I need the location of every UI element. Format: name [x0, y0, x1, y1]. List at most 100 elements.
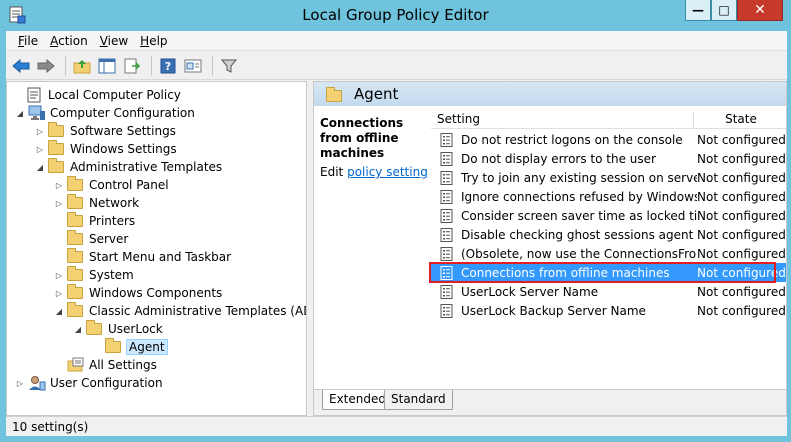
- expand-arrow-icon[interactable]: ▷: [54, 271, 64, 280]
- window-controls: — □ ✕: [685, 0, 783, 22]
- tree-item-label: Network: [89, 196, 140, 210]
- setting-row[interactable]: Try to join any existing session on serv…: [431, 168, 786, 187]
- console-tree[interactable]: Local Computer Policy ◢ Computer Configura…: [6, 81, 307, 416]
- policy-setting-icon: [440, 208, 454, 223]
- expand-arrow-icon[interactable]: ▷: [15, 379, 25, 388]
- folder-icon: [67, 284, 85, 301]
- forward-button[interactable]: [35, 55, 57, 77]
- console-tree-icon: [98, 58, 116, 73]
- folder-icon: [67, 302, 85, 319]
- tree-item[interactable]: Start Menu and Taskbar: [54, 248, 231, 266]
- tree-item[interactable]: Agent: [92, 338, 168, 356]
- extended-description: Connections from offline machines Edit p…: [320, 116, 430, 179]
- expand-arrow-icon[interactable]: ▷: [35, 127, 45, 136]
- show-hide-tree-button[interactable]: [96, 55, 118, 77]
- setting-name: Try to join any existing session on serv…: [461, 170, 697, 185]
- setting-row[interactable]: Ignore connections refused by Windows Not…: [431, 187, 786, 206]
- collapse-arrow-icon[interactable]: ◢: [15, 109, 25, 118]
- setting-row[interactable]: Consider screen saver time as locked tim…: [431, 206, 786, 225]
- setting-row[interactable]: Do not display errors to the user Not con…: [431, 149, 786, 168]
- tree-item-label: Administrative Templates: [70, 160, 223, 174]
- setting-row[interactable]: Do not restrict logons on the console Not…: [431, 130, 786, 149]
- help-button[interactable]: ?: [157, 55, 179, 77]
- folder-up-icon: [73, 59, 91, 73]
- setting-state: Not configured: [697, 132, 786, 147]
- collapse-arrow-icon[interactable]: ◢: [73, 325, 83, 334]
- tree-item[interactable]: ◢ Computer Configuration: [15, 104, 195, 122]
- settings-list: Setting State Do not restrict logons on …: [429, 110, 786, 390]
- forward-arrow-icon: [37, 58, 55, 73]
- folder-header-title: Agent: [354, 85, 399, 103]
- filter-icon: [221, 59, 237, 73]
- expand-arrow-icon[interactable]: ▷: [54, 181, 64, 190]
- export-list-button[interactable]: [121, 55, 143, 77]
- tree-item-label: Start Menu and Taskbar: [89, 250, 232, 264]
- tree-item[interactable]: ◢ Classic Administrative Templates (ADM): [54, 302, 306, 320]
- menu-action[interactable]: Action: [44, 34, 94, 48]
- tree-item[interactable]: ▷ Windows Settings: [35, 140, 177, 158]
- status-bar: 10 setting(s): [6, 416, 787, 436]
- expand-arrow-icon[interactable]: ▷: [54, 289, 64, 298]
- tree-item[interactable]: ▷ Network: [54, 194, 139, 212]
- setting-state: Not configured: [697, 151, 786, 166]
- setting-row[interactable]: UserLock Backup Server Name Not configure…: [431, 301, 786, 320]
- user-icon: [28, 375, 46, 391]
- tree-item[interactable]: ◢ UserLock: [73, 320, 163, 338]
- back-button[interactable]: [10, 55, 32, 77]
- tree-item[interactable]: ▷ System: [54, 266, 134, 284]
- policy-icon: [26, 87, 44, 103]
- tree-item[interactable]: ▷ Control Panel: [54, 176, 169, 194]
- folder-icon: [105, 338, 123, 355]
- menu-bar: File Action View Help: [6, 31, 787, 51]
- view-tabs: Extended Standard: [314, 389, 786, 415]
- policy-setting-icon: [440, 170, 454, 185]
- tab-standard[interactable]: Standard: [384, 390, 453, 410]
- list-header: Setting State: [431, 110, 786, 129]
- setting-name: Consider screen saver time as locked tim…: [461, 208, 697, 223]
- tree-item-label: Windows Components: [89, 286, 223, 300]
- up-one-level-button[interactable]: [71, 55, 93, 77]
- tree-item[interactable]: ▷ Windows Components: [54, 284, 222, 302]
- tree-item[interactable]: All Settings: [54, 356, 157, 374]
- app-window: Local Group Policy Editor — □ ✕ File Act…: [0, 0, 791, 442]
- tree-item[interactable]: Local Computer Policy: [13, 86, 181, 104]
- collapse-arrow-icon[interactable]: ◢: [54, 307, 64, 316]
- column-header-setting[interactable]: Setting: [437, 112, 480, 126]
- tree-item-label: User Configuration: [50, 376, 163, 390]
- title-bar[interactable]: Local Group Policy Editor — □ ✕: [0, 0, 791, 31]
- menu-file[interactable]: File: [12, 34, 44, 48]
- minimize-button[interactable]: —: [685, 0, 711, 21]
- maximize-button[interactable]: □: [711, 0, 737, 21]
- folder-icon: [48, 122, 66, 139]
- menu-view[interactable]: View: [94, 34, 134, 48]
- properties-button[interactable]: [182, 55, 204, 77]
- policy-setting-icon: [440, 151, 454, 166]
- policy-setting-icon: [440, 284, 454, 299]
- close-button[interactable]: ✕: [737, 0, 783, 21]
- tab-extended[interactable]: Extended: [322, 390, 393, 410]
- folder-icon: [86, 320, 104, 337]
- close-icon: ✕: [754, 2, 766, 18]
- folder-icon: [67, 176, 85, 193]
- edit-policy-setting-link[interactable]: policy setting: [347, 165, 428, 179]
- tree-item[interactable]: ◢ Administrative Templates: [35, 158, 222, 176]
- column-header-state[interactable]: State: [693, 112, 786, 129]
- setting-name: Ignore connections refused by Windows: [461, 189, 697, 204]
- filter-button[interactable]: [218, 55, 240, 77]
- tree-item[interactable]: ▷ Software Settings: [35, 122, 176, 140]
- folder-icon: [48, 158, 66, 175]
- menu-help[interactable]: Help: [134, 34, 173, 48]
- collapse-arrow-icon[interactable]: ◢: [35, 163, 45, 172]
- setting-row[interactable]: Disable checking ghost sessions agent si…: [431, 225, 786, 244]
- tree-item[interactable]: Server: [54, 230, 128, 248]
- status-text: 10 setting(s): [12, 420, 89, 434]
- folder-icon: [67, 212, 85, 229]
- expand-arrow-icon[interactable]: ▷: [35, 145, 45, 154]
- tree-item-label: Printers: [89, 214, 136, 228]
- tree-item[interactable]: ▷ User Configuration: [15, 374, 163, 392]
- expand-arrow-icon[interactable]: ▷: [54, 199, 64, 208]
- toolbar-separator: [151, 55, 152, 76]
- setting-row[interactable]: UserLock Server Name Not configured: [431, 282, 786, 301]
- tree-item[interactable]: Printers: [54, 212, 135, 230]
- setting-row[interactable]: (Obsolete, now use the ConnectionsFrom..…: [431, 244, 786, 263]
